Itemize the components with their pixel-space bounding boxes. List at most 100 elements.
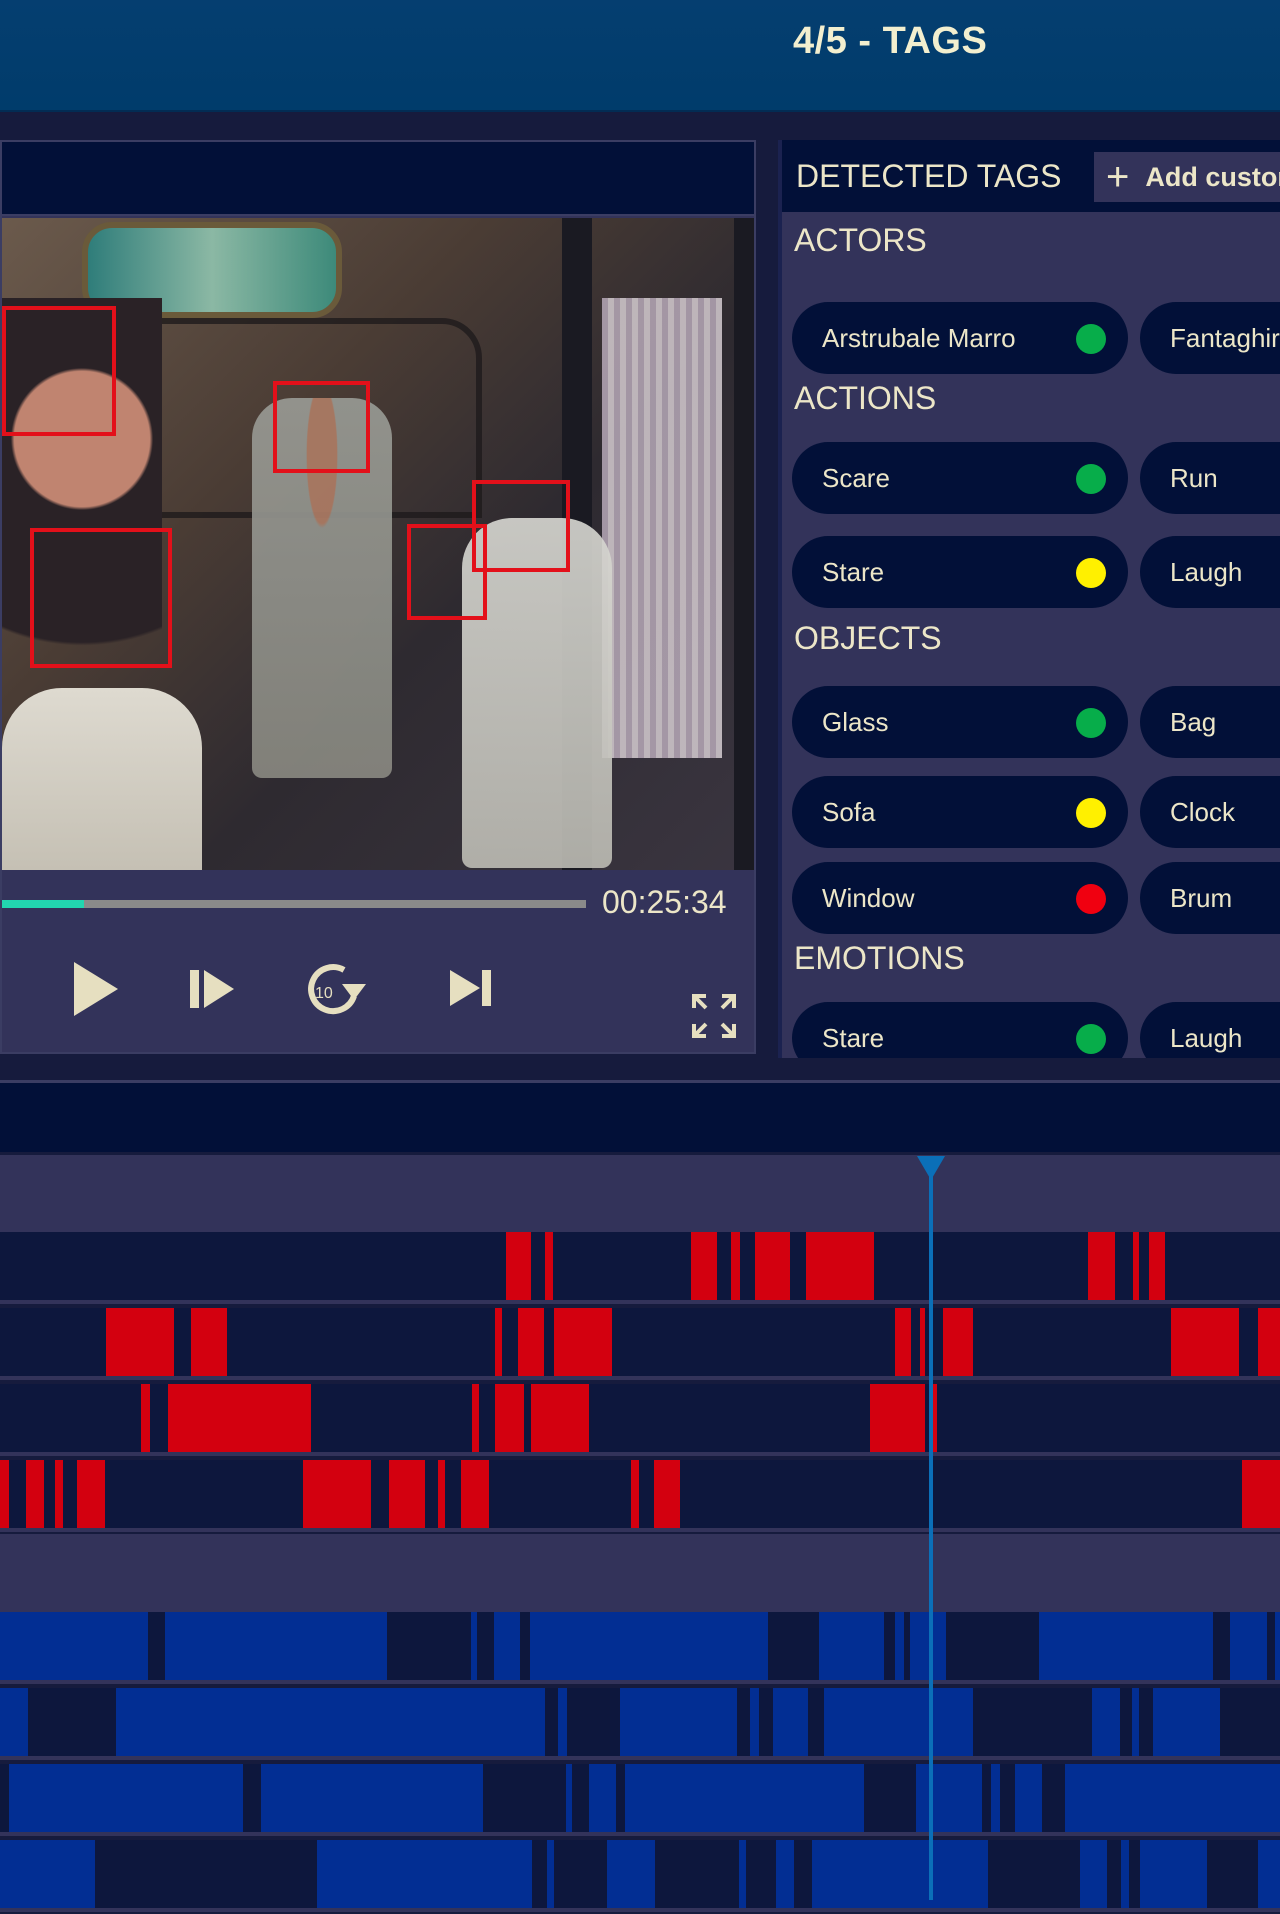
track-segment[interactable] [25, 1460, 44, 1528]
track-segment[interactable] [55, 1460, 63, 1528]
track-segment[interactable] [261, 1764, 483, 1832]
track-segment[interactable] [437, 1460, 446, 1528]
tag-chip[interactable]: Glass [792, 686, 1128, 758]
track-segment[interactable] [811, 1840, 989, 1908]
timeline-track[interactable] [0, 1232, 1280, 1304]
track-segment[interactable] [1088, 1232, 1115, 1300]
tag-chip[interactable]: Run [1140, 442, 1280, 514]
track-segment[interactable] [916, 1764, 982, 1832]
track-segment[interactable] [389, 1460, 425, 1528]
track-segment[interactable] [190, 1308, 227, 1376]
tag-chip[interactable]: Stare [792, 536, 1128, 608]
track-segment[interactable] [494, 1612, 520, 1680]
track-segment[interactable] [1131, 1688, 1140, 1756]
track-segment[interactable] [531, 1384, 589, 1452]
fullscreen-button[interactable] [692, 994, 736, 1043]
track-segment[interactable] [894, 1308, 912, 1376]
track-segment[interactable] [317, 1840, 533, 1908]
track-segment[interactable] [0, 1612, 149, 1680]
track-segment[interactable] [0, 1460, 9, 1528]
progress-bar[interactable] [2, 900, 586, 908]
track-segment[interactable] [1039, 1612, 1214, 1680]
track-segment[interactable] [1274, 1612, 1280, 1680]
track-segment[interactable] [1080, 1840, 1108, 1908]
tag-chip[interactable]: Arstrubale Marro [792, 302, 1128, 374]
timeline-track[interactable] [0, 1308, 1280, 1380]
timeline-ruler[interactable] [0, 1155, 1280, 1232]
track-segment[interactable] [1153, 1688, 1220, 1756]
track-segment[interactable] [1258, 1840, 1280, 1908]
track-segment[interactable] [806, 1232, 875, 1300]
track-segment[interactable] [558, 1688, 568, 1756]
tag-chip[interactable]: Bag [1140, 686, 1280, 758]
track-segment[interactable] [819, 1612, 885, 1680]
track-segment[interactable] [116, 1688, 546, 1756]
track-segment[interactable] [1258, 1308, 1280, 1376]
track-segment[interactable] [1241, 1460, 1280, 1528]
track-segment[interactable] [943, 1308, 973, 1376]
track-segment[interactable] [1064, 1764, 1280, 1832]
timeline-track[interactable] [0, 1460, 1280, 1532]
track-segment[interactable] [1140, 1840, 1208, 1908]
face-detection-box[interactable] [472, 480, 570, 572]
track-segment[interactable] [545, 1232, 553, 1300]
track-segment[interactable] [1230, 1612, 1268, 1680]
tag-chip[interactable]: Laugh [1140, 1002, 1280, 1058]
tag-chip[interactable]: Scare [792, 442, 1128, 514]
track-segment[interactable] [990, 1764, 1000, 1832]
track-segment[interactable] [624, 1764, 864, 1832]
track-segment[interactable] [546, 1840, 555, 1908]
track-segment[interactable] [529, 1612, 768, 1680]
track-segment[interactable] [471, 1612, 478, 1680]
track-segment[interactable] [518, 1308, 544, 1376]
track-segment[interactable] [495, 1308, 502, 1376]
track-segment[interactable] [0, 1840, 95, 1908]
face-detection-box[interactable] [2, 306, 116, 436]
tag-chip[interactable]: Fantaghiro [1140, 302, 1280, 374]
track-segment[interactable] [619, 1688, 738, 1756]
track-segment[interactable] [750, 1688, 760, 1756]
track-segment[interactable] [495, 1384, 524, 1452]
timeline-track[interactable] [0, 1688, 1280, 1760]
track-segment[interactable] [165, 1612, 387, 1680]
step-forward-button[interactable] [190, 968, 236, 1015]
track-segment[interactable] [773, 1688, 808, 1756]
timeline-track[interactable] [0, 1764, 1280, 1836]
track-segment[interactable] [106, 1308, 175, 1376]
track-segment[interactable] [931, 1384, 937, 1452]
video-frame[interactable] [2, 218, 754, 870]
skip-next-button[interactable] [450, 968, 494, 1013]
track-segment[interactable] [472, 1384, 479, 1452]
face-detection-box[interactable] [273, 381, 370, 473]
track-segment[interactable] [1121, 1840, 1129, 1908]
track-segment[interactable] [824, 1688, 973, 1756]
tag-chip[interactable]: Brum [1140, 862, 1280, 934]
timeline-track[interactable] [0, 1840, 1280, 1912]
timeline-track[interactable] [0, 1612, 1280, 1684]
track-segment[interactable] [167, 1384, 312, 1452]
track-segment[interactable] [631, 1460, 639, 1528]
replay-10-button[interactable]: 10 [304, 960, 366, 1023]
track-segment[interactable] [1171, 1308, 1240, 1376]
track-segment[interactable] [140, 1384, 150, 1452]
track-segment[interactable] [738, 1840, 747, 1908]
play-button[interactable] [72, 960, 120, 1023]
track-segment[interactable] [460, 1460, 489, 1528]
face-detection-box[interactable] [30, 528, 172, 668]
tag-chip[interactable]: Sofa [792, 776, 1128, 848]
playhead-line[interactable] [928, 1158, 933, 1900]
track-segment[interactable] [588, 1764, 616, 1832]
track-segment[interactable] [870, 1384, 926, 1452]
tag-chip[interactable]: Window [792, 862, 1128, 934]
track-segment[interactable] [1091, 1688, 1120, 1756]
track-segment[interactable] [8, 1764, 244, 1832]
track-segment[interactable] [775, 1840, 794, 1908]
track-segment[interactable] [894, 1612, 904, 1680]
track-segment[interactable] [1015, 1764, 1042, 1832]
tag-chip[interactable]: Laugh [1140, 536, 1280, 608]
add-custom-tag-button[interactable]: + Add custom [1094, 152, 1280, 202]
track-segment[interactable] [1132, 1232, 1140, 1300]
tag-chip[interactable]: Clock [1140, 776, 1280, 848]
track-segment[interactable] [505, 1232, 532, 1300]
track-segment[interactable] [303, 1460, 372, 1528]
